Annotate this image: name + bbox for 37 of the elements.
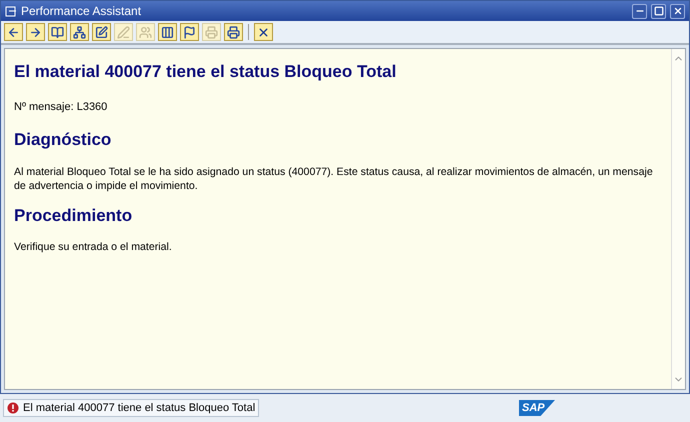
printer-icon bbox=[227, 26, 240, 38]
message-title: El material 400077 tiene el status Bloqueo Total bbox=[14, 61, 398, 83]
close-icon bbox=[672, 6, 682, 16]
maximize-icon bbox=[654, 6, 664, 16]
right-arrow-icon bbox=[29, 26, 42, 38]
flag-icon bbox=[183, 26, 196, 38]
section-heading: Procedimiento bbox=[14, 204, 134, 226]
window-icon bbox=[5, 6, 17, 16]
close-button[interactable] bbox=[670, 4, 685, 18]
toolbar-button[interactable] bbox=[70, 23, 89, 41]
toolbar-button[interactable] bbox=[4, 23, 23, 41]
window-title: Performance Assistant bbox=[21, 3, 142, 20]
toolbar-button[interactable] bbox=[180, 23, 199, 41]
book-icon bbox=[51, 26, 64, 38]
pen-icon bbox=[117, 26, 130, 38]
scrollbar[interactable] bbox=[671, 49, 685, 389]
maximize-button[interactable] bbox=[651, 4, 666, 18]
toolbar-button[interactable] bbox=[48, 23, 67, 41]
status-text: El material 400077 tiene el status Bloqueo Total bbox=[23, 400, 256, 416]
toolbar-button[interactable] bbox=[26, 23, 45, 41]
logo: SAP bbox=[519, 400, 555, 416]
left-arrow-icon bbox=[7, 26, 20, 38]
columns-icon bbox=[161, 26, 174, 38]
people-icon bbox=[139, 26, 152, 38]
printer-icon bbox=[205, 26, 218, 38]
toolbar-button[interactable] bbox=[224, 23, 243, 41]
close-icon bbox=[257, 26, 270, 38]
minimize-button[interactable] bbox=[632, 4, 647, 18]
section-text: Al material Bloqueo Total se le ha sido asignado un status (400077). Este status causa, al realizar movimientos de almacén, un mensaje de advertencia o impide el movimiento. bbox=[14, 164, 654, 192]
hierarchy-icon bbox=[73, 26, 86, 38]
toolbar-button[interactable] bbox=[254, 23, 273, 41]
toolbar-button[interactable] bbox=[92, 23, 111, 41]
message-number: Nº mensaje: L3360 bbox=[14, 100, 108, 114]
edit-icon bbox=[95, 26, 108, 38]
section-text: Verifique su entrada o el material. bbox=[14, 240, 173, 254]
section-heading: Diagnóstico bbox=[14, 129, 112, 151]
toolbar-button[interactable] bbox=[158, 23, 177, 41]
